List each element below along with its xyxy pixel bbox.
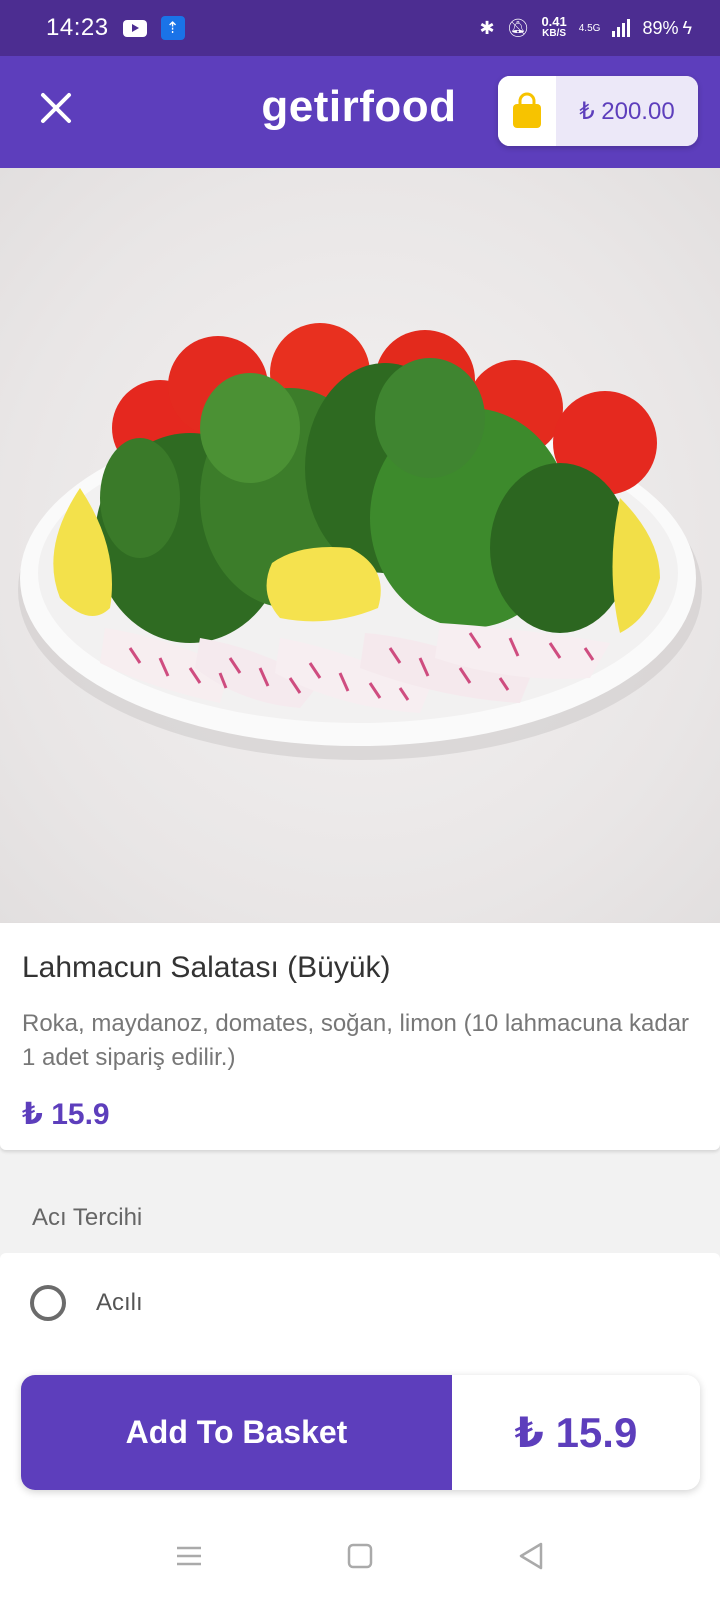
total-price: ₺ 15.9	[452, 1375, 700, 1490]
product-info-card: Lahmacun Salatası (Büyük) Roka, maydanoz…	[0, 923, 720, 1150]
mute-icon: 🔕︎	[506, 17, 530, 38]
basket-icon-wrap	[498, 76, 556, 146]
net-speed: 0.41 KB/S	[541, 14, 567, 40]
network-type: 4.5G	[578, 22, 601, 34]
recent-apps-button[interactable]	[174, 1541, 204, 1571]
add-to-basket-button[interactable]: Add To Basket	[21, 1375, 452, 1490]
battery-indicator: 89% ϟ	[642, 18, 692, 39]
product-name: Lahmacun Salatası (Büyük)	[22, 951, 391, 984]
basket-button[interactable]: ₺ 200.00	[498, 76, 698, 146]
product-description: Roka, maydanoz, domates, soğan, limon (1…	[22, 1010, 690, 1071]
bluetooth-icon: ✱	[479, 17, 495, 38]
charging-icon: ϟ	[682, 17, 692, 38]
status-time: 14:23	[46, 14, 109, 41]
youtube-icon	[122, 19, 147, 37]
app-bar: getirfood ₺ 200.00	[0, 56, 720, 168]
product-price: ₺ 15.9	[22, 1098, 110, 1131]
status-right: ✱ 🔕︎ 0.41 KB/S 4.5G 89% ϟ	[479, 14, 692, 40]
app-title-text: getirfood	[261, 82, 457, 131]
home-button[interactable]	[345, 1541, 375, 1571]
battery-level: 89%	[642, 17, 679, 38]
system-nav-bar	[0, 1511, 720, 1600]
shopping-bag-icon	[513, 92, 541, 128]
option-row-acili[interactable]: Acılı	[0, 1253, 720, 1353]
radio-button[interactable]	[30, 1285, 66, 1321]
option-label: Acılı	[96, 1289, 143, 1316]
salad-plate-illustration	[18, 323, 702, 760]
back-triangle-icon	[519, 1542, 543, 1570]
basket-amount: ₺ 200.00	[556, 76, 698, 146]
status-bar: 14:23 ⇡ ✱ 🔕︎ 0.41 KB/S 4.5G 89% ϟ	[0, 0, 720, 56]
status-left: 14:23 ⇡	[46, 14, 185, 42]
net-speed-value: 0.41	[541, 14, 567, 29]
net-speed-unit: KB/S	[542, 28, 567, 39]
back-button[interactable]	[516, 1541, 546, 1571]
product-image	[0, 168, 720, 923]
add-to-basket-bar: Add To Basket ₺ 15.9	[21, 1375, 700, 1490]
menu-icon	[177, 1546, 201, 1566]
home-square-icon	[347, 1543, 373, 1569]
signal-icon	[612, 19, 631, 37]
option-section-title: Acı Tercihi	[32, 1204, 143, 1231]
usb-icon: ⇡	[160, 16, 185, 40]
